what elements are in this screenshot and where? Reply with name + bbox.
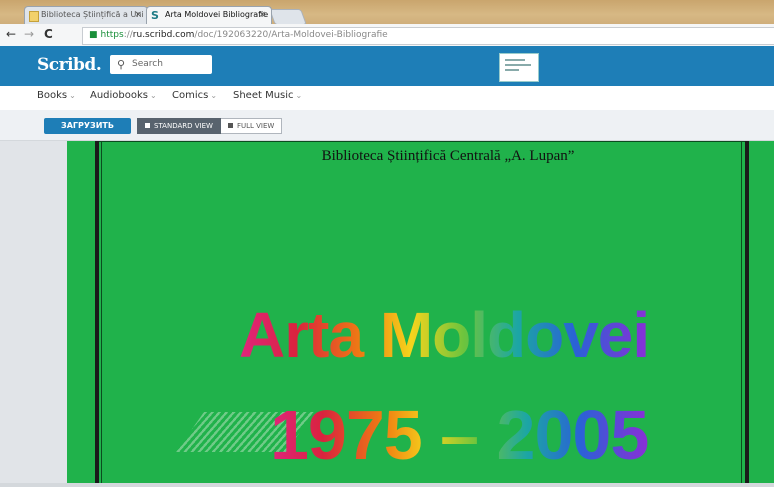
library-name: Biblioteca Științifică Centrală „A. Lupa… xyxy=(321,148,575,164)
close-tab-icon[interactable]: × xyxy=(134,7,142,23)
tab-biblioteca[interactable]: Biblioteca Științifică a Uni × xyxy=(24,6,148,24)
tab-label: Biblioteca Științifică a Uni xyxy=(41,10,144,19)
document-toolbar: ЗАГРУЗИТЬ STANDARD VIEW FULL VIEW xyxy=(0,110,774,141)
document-title: Arta Moldovei xyxy=(239,299,650,371)
grid-icon xyxy=(227,123,233,128)
tab-strip: Biblioteca Științifică a Uni × S Arta Mo… xyxy=(0,0,774,24)
chevron-down-icon: ⌄ xyxy=(150,91,157,100)
page-border xyxy=(741,141,742,487)
address-bar: ← → C ■ https://ru.scribd.com/doc/1920632… xyxy=(0,24,774,47)
standard-view-button[interactable]: STANDARD VIEW xyxy=(137,118,221,134)
search-input[interactable]: ⚲ Search xyxy=(110,55,212,74)
full-view-button[interactable]: FULL VIEW xyxy=(220,118,283,134)
scribd-favicon-icon: S xyxy=(151,9,159,22)
url-protocol: https xyxy=(100,30,124,40)
view-toggle: STANDARD VIEW FULL VIEW xyxy=(137,118,283,134)
page-border xyxy=(101,141,102,487)
search-icon: ⚲ xyxy=(117,58,126,71)
square-icon xyxy=(145,123,150,128)
nav-comics[interactable]: Comics ⌄ xyxy=(172,90,217,101)
url-separator: :// xyxy=(123,30,133,40)
page-border xyxy=(745,141,749,487)
forward-arrow-icon[interactable]: → xyxy=(24,27,34,41)
search-placeholder: Search xyxy=(132,59,163,69)
url-field[interactable]: ■ https://ru.scribd.com/doc/192063220/Art… xyxy=(82,27,774,45)
close-tab-icon[interactable]: × xyxy=(258,7,266,23)
chevron-down-icon: ⌄ xyxy=(210,91,218,100)
scribd-header: Scribd. ⚲ Search xyxy=(0,46,774,86)
nav-audiobooks[interactable]: Audiobooks ⌄ xyxy=(90,90,157,101)
reload-icon[interactable]: C xyxy=(44,27,53,41)
chevron-down-icon: ⌄ xyxy=(69,91,76,100)
nav-books[interactable]: Books ⌄ xyxy=(37,90,76,101)
document-favicon-icon xyxy=(29,11,39,22)
page-border xyxy=(99,141,745,142)
new-tab-button[interactable] xyxy=(269,9,307,24)
category-nav: Books ⌄ Audiobooks ⌄ Comics ⌄ Sheet Music ⌄ xyxy=(0,86,774,111)
upload-button[interactable]: ЗАГРУЗИТЬ xyxy=(44,118,131,134)
url-path: /doc/192063220/Arta-Moldovei-Bibliografi… xyxy=(194,30,388,40)
document-thumbnail[interactable] xyxy=(499,53,539,82)
tab-arta-moldovei[interactable]: S Arta Moldovei Bibliografie × xyxy=(146,6,272,24)
tab-label: Arta Moldovei Bibliografie xyxy=(165,10,269,19)
page-border xyxy=(95,141,99,487)
viewer-bottom-edge xyxy=(0,483,774,487)
back-arrow-icon[interactable]: ← xyxy=(6,27,16,41)
document-years: 1975 – 2005 xyxy=(270,396,649,474)
lock-icon: ■ xyxy=(89,30,98,40)
url-host: ru.scribd.com xyxy=(132,30,195,40)
nav-sheet-music[interactable]: Sheet Music ⌄ xyxy=(233,90,302,101)
scribd-logo[interactable]: Scribd. xyxy=(37,55,102,75)
chevron-down-icon: ⌄ xyxy=(295,91,303,100)
